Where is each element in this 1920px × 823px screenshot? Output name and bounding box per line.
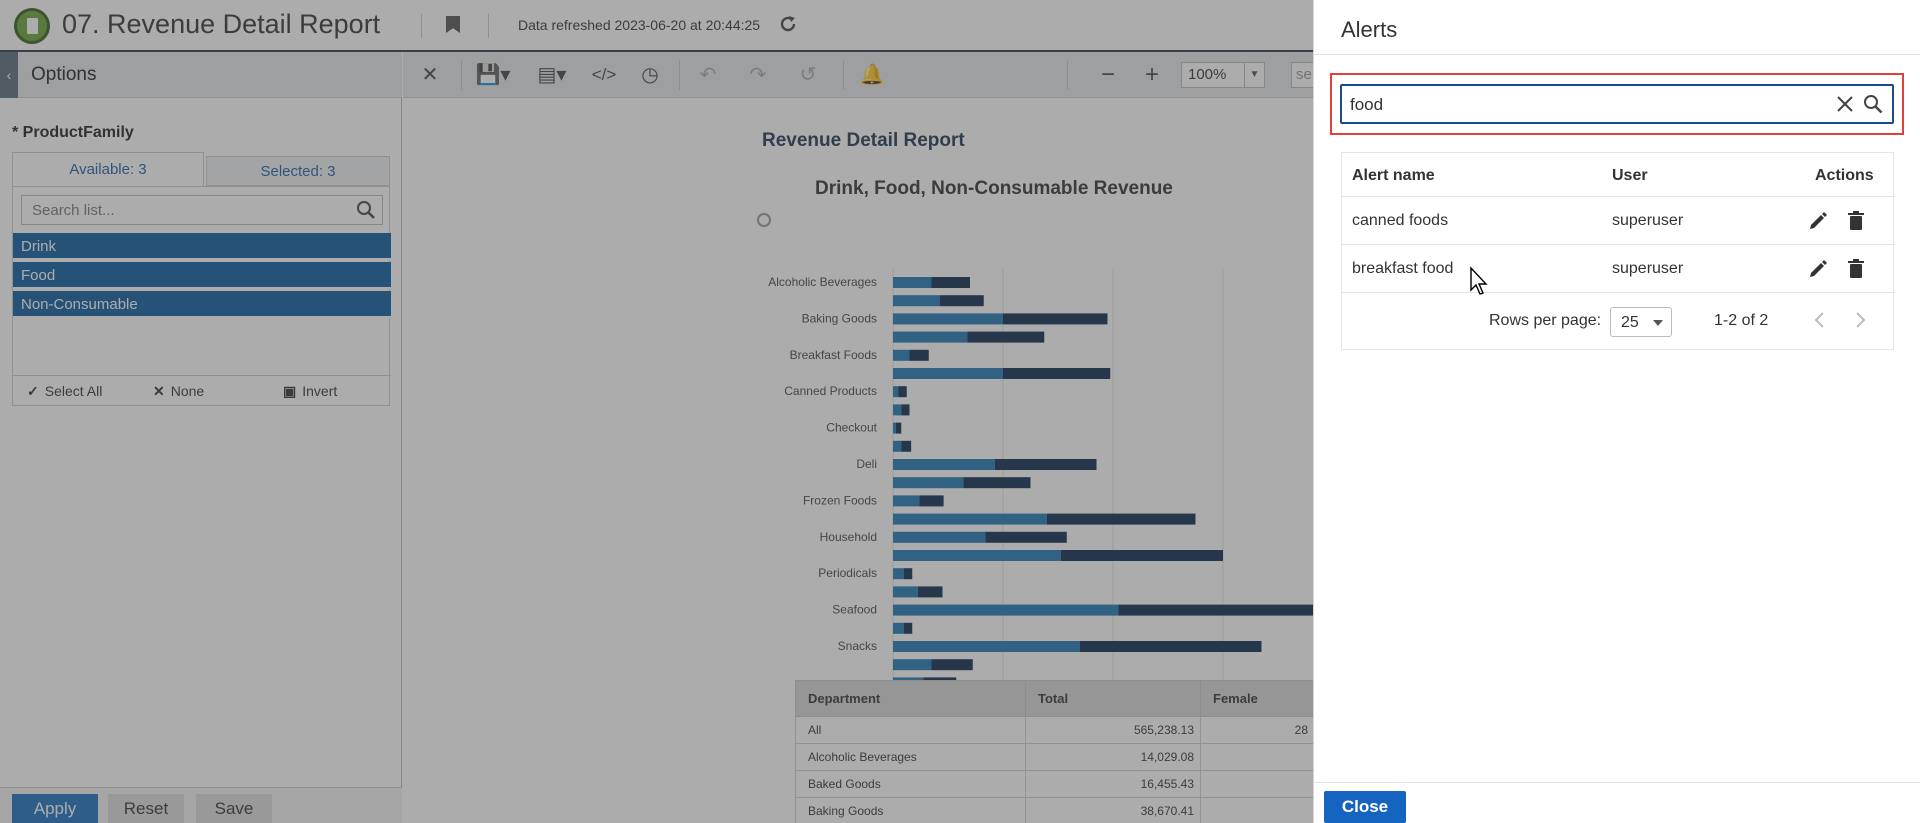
alert-user: superuser xyxy=(1612,260,1684,277)
close-button[interactable]: Close xyxy=(1324,791,1406,823)
column-header-actions: Actions xyxy=(1815,167,1874,184)
cursor-icon xyxy=(1470,266,1488,295)
rows-per-page-select[interactable]: 25 xyxy=(1610,307,1672,337)
alerts-title: Alerts xyxy=(1341,17,1398,42)
chevron-down-icon xyxy=(1653,320,1663,326)
alert-name: breakfast food xyxy=(1352,260,1454,277)
table-row: canned foods superuser xyxy=(1342,197,1895,245)
rows-per-page-label: Rows per page: xyxy=(1489,312,1602,329)
divider xyxy=(1314,54,1920,55)
alerts-table-header: Alert name User Actions xyxy=(1342,153,1895,197)
pagination-bar: Rows per page: 25 1-2 of 2 xyxy=(1342,293,1895,349)
search-icon[interactable] xyxy=(1862,93,1884,115)
alerts-table: Alert name User Actions canned foods sup… xyxy=(1341,152,1895,350)
column-header-user: User xyxy=(1612,167,1648,184)
chevron-left-icon[interactable] xyxy=(1809,309,1831,331)
delete-icon[interactable] xyxy=(1846,210,1866,232)
clear-icon[interactable] xyxy=(1834,93,1856,115)
delete-icon[interactable] xyxy=(1846,258,1866,280)
alert-search-field[interactable] xyxy=(1340,84,1894,124)
alerts-panel: Alerts Alert name User Actions canned fo… xyxy=(1313,0,1920,823)
column-header-alert-name: Alert name xyxy=(1352,167,1435,184)
edit-icon[interactable] xyxy=(1807,210,1829,232)
divider xyxy=(1314,782,1920,783)
pagination-range: 1-2 of 2 xyxy=(1714,312,1769,329)
table-row: breakfast food superuser xyxy=(1342,245,1895,293)
rows-per-page-value: 25 xyxy=(1621,314,1639,331)
alert-search-input[interactable] xyxy=(1350,94,1820,116)
alert-name: canned foods xyxy=(1352,212,1449,229)
chevron-right-icon[interactable] xyxy=(1849,309,1871,331)
modal-backdrop[interactable] xyxy=(0,0,1313,823)
edit-icon[interactable] xyxy=(1807,258,1829,280)
alert-user: superuser xyxy=(1612,212,1684,229)
